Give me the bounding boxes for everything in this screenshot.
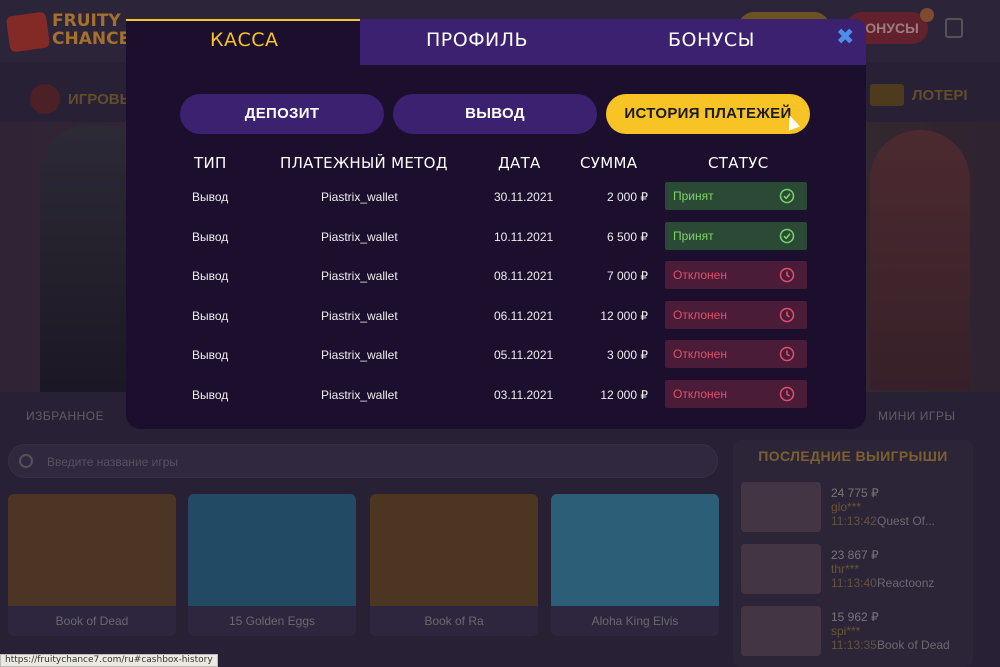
status-text: Отклонен [673,268,727,282]
clock-icon [779,386,795,402]
browser-status-url: https://fruitychance7.com/ru#cashbox-his… [0,654,218,667]
row-method: Piastrix_wallet [321,388,398,402]
status-badge: Отклонен [665,380,807,408]
deposit-button[interactable]: ДЕПОЗИТ [180,94,384,134]
modal-tabs: КАССА ПРОФИЛЬ БОНУСЫ ✖ [126,19,866,65]
row-date: 03.11.2021 [494,388,554,402]
row-sum: 3 000 ₽ [607,348,648,362]
status-text: Принят [673,189,714,203]
column-header-status: СТАТУС [708,154,769,172]
status-badge: Отклонен [665,261,807,289]
row-sum: 12 000 ₽ [600,309,648,323]
row-type: Вывод [192,388,229,402]
cashbox-modal: КАССА ПРОФИЛЬ БОНУСЫ ✖ ДЕПОЗИТ ВЫВОД ИСТ… [126,19,866,429]
tab-cashbox[interactable]: КАССА [210,29,279,51]
status-text: Отклонен [673,308,727,322]
row-sum: 6 500 ₽ [607,230,648,244]
row-date: 05.11.2021 [494,348,554,362]
table-row: Вывод Piastrix_wallet 30.11.2021 2 000 ₽… [126,182,866,212]
row-date: 10.11.2021 [494,230,554,244]
row-sum: 12 000 ₽ [600,388,648,402]
clock-icon [779,346,795,362]
row-type: Вывод [192,230,229,244]
row-type: Вывод [192,269,229,283]
column-header-type: ТИП [194,154,227,172]
tab-bonuses[interactable]: БОНУСЫ [668,29,755,51]
withdraw-button[interactable]: ВЫВОД [393,94,597,134]
tab-profile[interactable]: ПРОФИЛЬ [426,29,528,51]
status-text: Отклонен [673,347,727,361]
row-date: 08.11.2021 [494,269,554,283]
status-badge: Принят [665,182,807,210]
row-date: 06.11.2021 [494,309,554,323]
check-circle-icon [779,188,795,204]
row-type: Вывод [192,309,229,323]
close-icon[interactable]: ✖ [836,25,854,50]
row-date: 30.11.2021 [494,190,554,204]
table-row: Вывод Piastrix_wallet 05.11.2021 3 000 ₽… [126,340,866,370]
column-header-date: ДАТА [498,154,541,172]
row-method: Piastrix_wallet [321,348,398,362]
table-row: Вывод Piastrix_wallet 10.11.2021 6 500 ₽… [126,222,866,252]
clock-icon [779,267,795,283]
table-row: Вывод Piastrix_wallet 08.11.2021 7 000 ₽… [126,261,866,291]
status-text: Отклонен [673,387,727,401]
row-sum: 2 000 ₽ [607,190,648,204]
payment-history-button[interactable]: ИСТОРИЯ ПЛАТЕЖЕЙ [606,94,810,134]
column-header-method: ПЛАТЕЖНЫЙ МЕТОД [280,154,448,172]
clock-icon [779,307,795,323]
row-type: Вывод [192,190,229,204]
status-badge: Отклонен [665,301,807,329]
status-badge: Принят [665,222,807,250]
check-circle-icon [779,228,795,244]
status-text: Принят [673,229,714,243]
table-row: Вывод Piastrix_wallet 06.11.2021 12 000 … [126,301,866,331]
row-sum: 7 000 ₽ [607,269,648,283]
table-row: Вывод Piastrix_wallet 03.11.2021 12 000 … [126,380,866,410]
row-method: Piastrix_wallet [321,230,398,244]
status-badge: Отклонен [665,340,807,368]
row-method: Piastrix_wallet [321,269,398,283]
row-method: Piastrix_wallet [321,309,398,323]
row-type: Вывод [192,348,229,362]
column-header-sum: СУММА [580,154,638,172]
row-method: Piastrix_wallet [321,190,398,204]
